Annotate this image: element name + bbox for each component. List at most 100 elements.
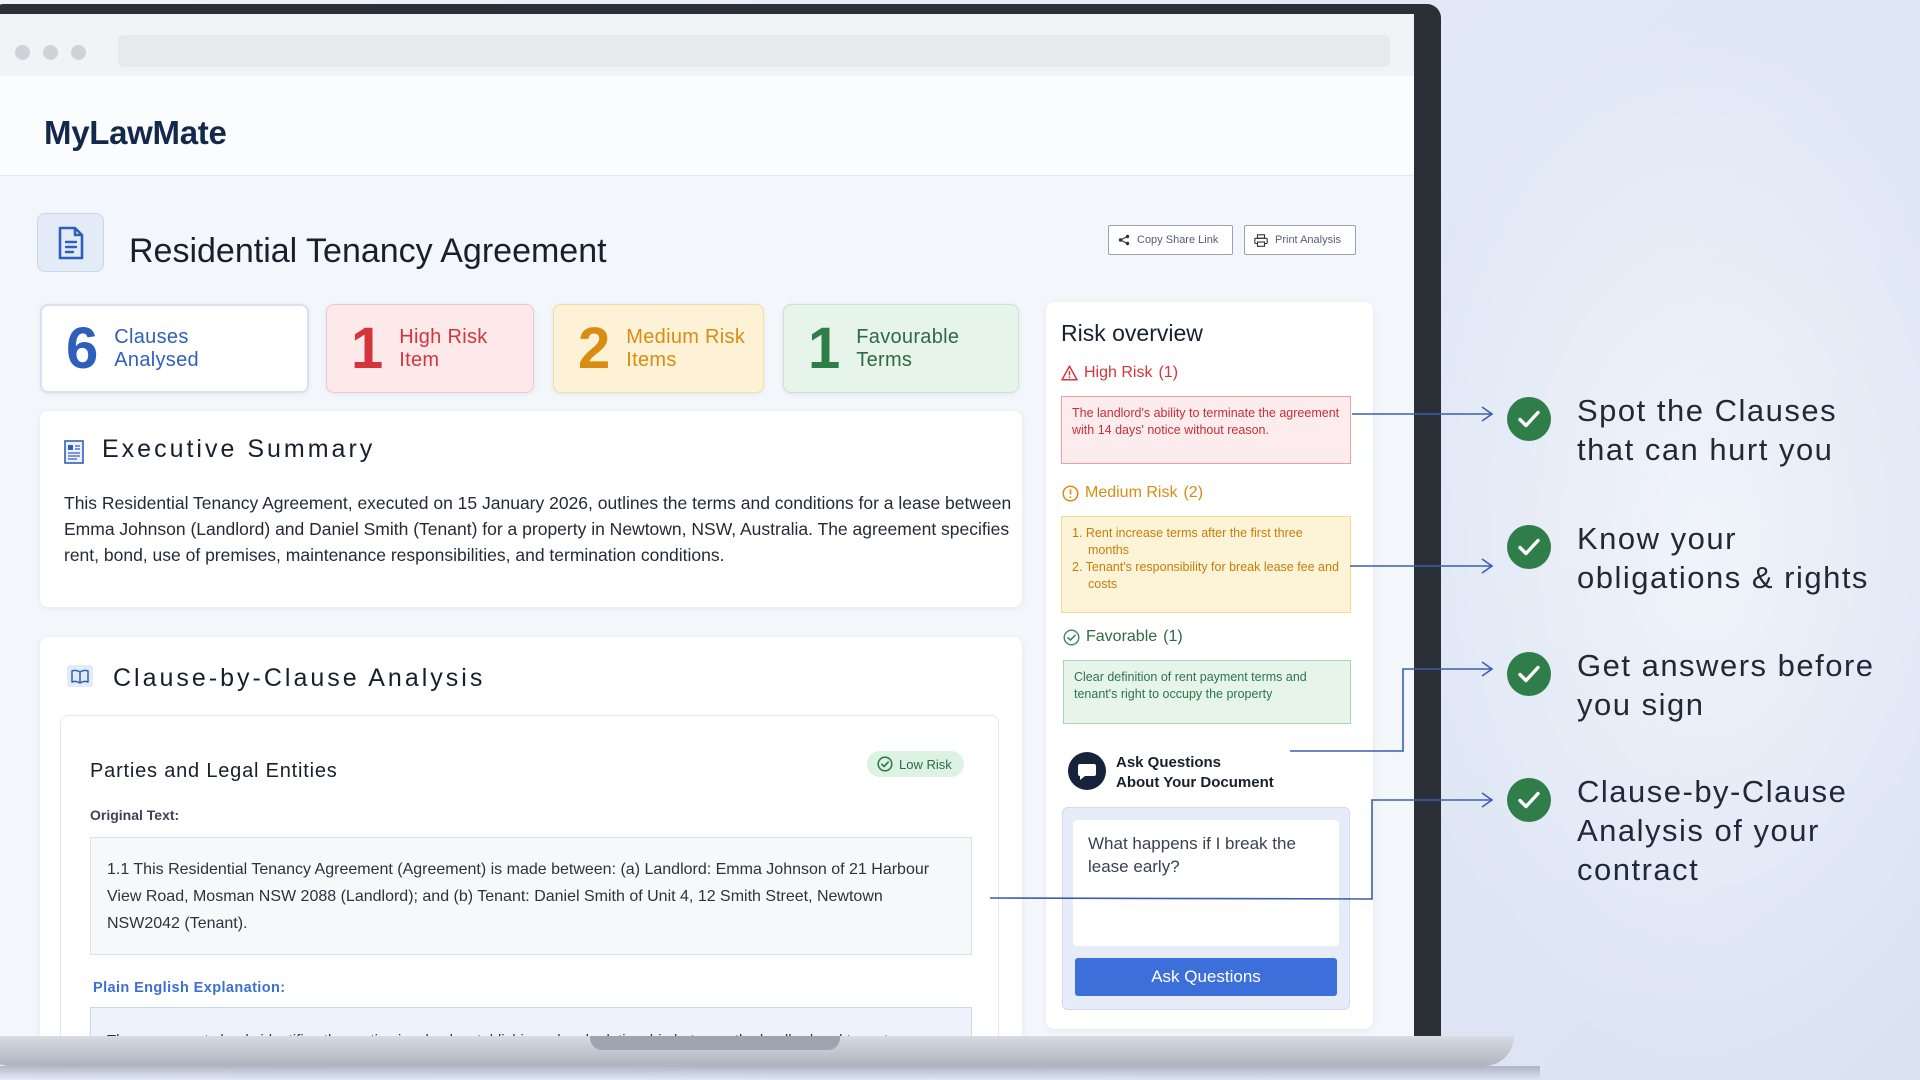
summary-text: This Residential Tenancy Agreement, exec…: [64, 493, 1012, 565]
ask-heading-line: About Your Document: [1116, 774, 1274, 791]
feature-text: Know your obligations & rights: [1577, 519, 1869, 597]
low-risk-badge: Low Risk: [867, 751, 964, 777]
document-title: Residential Tenancy Agreement: [129, 232, 607, 270]
summary-icon: [64, 440, 84, 464]
stat-label: High Risk Item: [399, 326, 487, 372]
window-close-dot[interactable]: [15, 45, 30, 60]
clause-title: Parties and Legal Entities: [90, 760, 338, 782]
stat-card-clauses[interactable]: 6 Clauses Analysed: [40, 304, 309, 393]
stat-card-medium-risk[interactable]: 2 Medium Risk Items: [553, 304, 764, 393]
laptop-shadow: [0, 1066, 1540, 1080]
feature-item: Clause-by-Clause Analysis of your contra…: [1507, 772, 1847, 889]
stat-label-line: Analysed: [114, 348, 199, 371]
original-text-label: Original Text:: [90, 807, 180, 823]
clause-analysis-title: Clause-by-Clause Analysis: [113, 664, 486, 692]
feature-line: Clause-by-Clause: [1577, 774, 1848, 809]
stat-number: 2: [578, 315, 611, 381]
high-risk-item[interactable]: The landlord's ability to terminate the …: [1061, 396, 1351, 464]
plain-english-label: Plain English Explanation:: [93, 980, 286, 996]
stat-label-line: Clauses: [114, 325, 189, 348]
app-logo[interactable]: MyLawMate: [44, 114, 227, 152]
share-icon: [1118, 234, 1130, 246]
high-risk-heading: High Risk (1): [1061, 364, 1178, 382]
laptop-bezel: MyLawMate Residential Tenancy Agreement …: [0, 4, 1441, 1045]
stat-label-line: High Risk: [399, 325, 488, 348]
ask-heading-line: Ask Questions: [1116, 754, 1222, 771]
summary-title: Executive Summary: [102, 435, 376, 463]
stat-label-line: Items: [626, 348, 677, 371]
medium-risk-heading: Medium Risk (2): [1062, 484, 1203, 502]
feature-line: contract: [1577, 852, 1700, 887]
warning-triangle-icon: [1061, 365, 1078, 381]
info-circle-icon: [1062, 484, 1079, 502]
ask-questions-button[interactable]: Ask Questions: [1075, 958, 1337, 996]
risk-overview-panel: Risk overview High Risk (1) The landlord…: [1046, 302, 1373, 1029]
check-circle-icon: [1063, 628, 1080, 646]
stat-label-line: Terms: [856, 348, 913, 371]
checkmark-icon: [1507, 652, 1551, 696]
stat-number: 1: [351, 315, 384, 381]
feature-line: Know your: [1577, 521, 1737, 556]
feature-line: that can hurt you: [1577, 432, 1834, 467]
ask-questions-box: What happens if I break the lease early?…: [1062, 807, 1350, 1010]
address-bar[interactable]: [118, 35, 1390, 67]
feature-line: Analysis of your: [1577, 813, 1820, 848]
plain-english-box: The agreement clearly identifies the par…: [90, 1007, 972, 1039]
browser-chrome: [0, 14, 1414, 76]
window-minimize-dot[interactable]: [43, 45, 58, 60]
feature-item: Know your obligations & rights: [1507, 519, 1869, 597]
document-icon: [37, 213, 104, 272]
executive-summary-card: Executive Summary This Residential Tenan…: [40, 411, 1022, 607]
favorable-count: (1): [1163, 628, 1183, 645]
medium-risk-list: 1. Rent increase terms after the first t…: [1061, 516, 1351, 613]
favorable-label: Favorable: [1086, 628, 1158, 645]
checkmark-icon: [1507, 525, 1551, 569]
checkmark-icon: [1507, 778, 1551, 822]
medium-risk-label: Medium Risk: [1085, 484, 1178, 501]
feature-line: Spot the Clauses: [1577, 393, 1838, 428]
stat-label-line: Item: [399, 348, 440, 371]
copy-share-link-button[interactable]: Copy Share Link: [1108, 225, 1233, 255]
laptop-screen: MyLawMate Residential Tenancy Agreement …: [0, 14, 1414, 1039]
feature-line: Get answers before: [1577, 648, 1875, 683]
printer-icon: [1254, 233, 1268, 247]
feature-text: Spot the Clauses that can hurt you: [1577, 391, 1837, 469]
feature-item: Spot the Clauses that can hurt you: [1507, 391, 1837, 469]
medium-risk-item[interactable]: 1. Rent increase terms after the first t…: [1072, 525, 1340, 559]
risk-overview-title: Risk overview: [1061, 320, 1203, 346]
high-risk-count: (1): [1158, 364, 1179, 381]
question-textarea[interactable]: What happens if I break the lease early?: [1073, 820, 1339, 946]
feature-text: Get answers before you sign: [1577, 646, 1875, 724]
print-analysis-label: Print Analysis: [1275, 234, 1342, 246]
feature-line: obligations & rights: [1577, 560, 1869, 595]
app-header: MyLawMate: [0, 76, 1414, 176]
copy-share-link-label: Copy Share Link: [1137, 234, 1219, 246]
stat-label-line: Medium Risk: [626, 325, 746, 348]
favorable-item[interactable]: Clear definition of rent payment terms a…: [1063, 660, 1351, 724]
stat-card-favourable[interactable]: 1 Favourable Terms: [783, 304, 1019, 393]
ask-questions-heading: Ask Questions About Your Document: [1116, 753, 1274, 793]
feature-line: you sign: [1577, 687, 1705, 722]
stat-card-high-risk[interactable]: 1 High Risk Item: [326, 304, 534, 393]
original-text-box: 1.1 This Residential Tenancy Agreement (…: [90, 837, 972, 955]
stat-number: 1: [808, 315, 841, 381]
favorable-heading: Favorable (1): [1063, 628, 1183, 646]
stat-label: Medium Risk Items: [626, 326, 745, 372]
chat-icon: [1068, 752, 1106, 790]
laptop-notch: [590, 1036, 840, 1050]
stat-label: Clauses Analysed: [114, 326, 199, 372]
checkmark-icon: [1507, 397, 1551, 441]
medium-risk-count: (2): [1183, 484, 1204, 501]
stat-label: Favourable Terms: [856, 326, 959, 372]
window-maximize-dot[interactable]: [71, 45, 86, 60]
stat-number: 6: [66, 315, 99, 381]
book-icon: [67, 665, 93, 687]
medium-risk-item[interactable]: 2. Tenant's responsibility for break lea…: [1072, 559, 1340, 593]
feature-item: Get answers before you sign: [1507, 646, 1875, 724]
low-risk-label: Low Risk: [899, 756, 952, 772]
stat-label-line: Favourable: [856, 325, 960, 348]
print-analysis-button[interactable]: Print Analysis: [1244, 225, 1356, 255]
high-risk-label: High Risk: [1084, 364, 1153, 381]
check-circle-icon: [877, 756, 893, 772]
feature-text: Clause-by-Clause Analysis of your contra…: [1577, 772, 1847, 889]
